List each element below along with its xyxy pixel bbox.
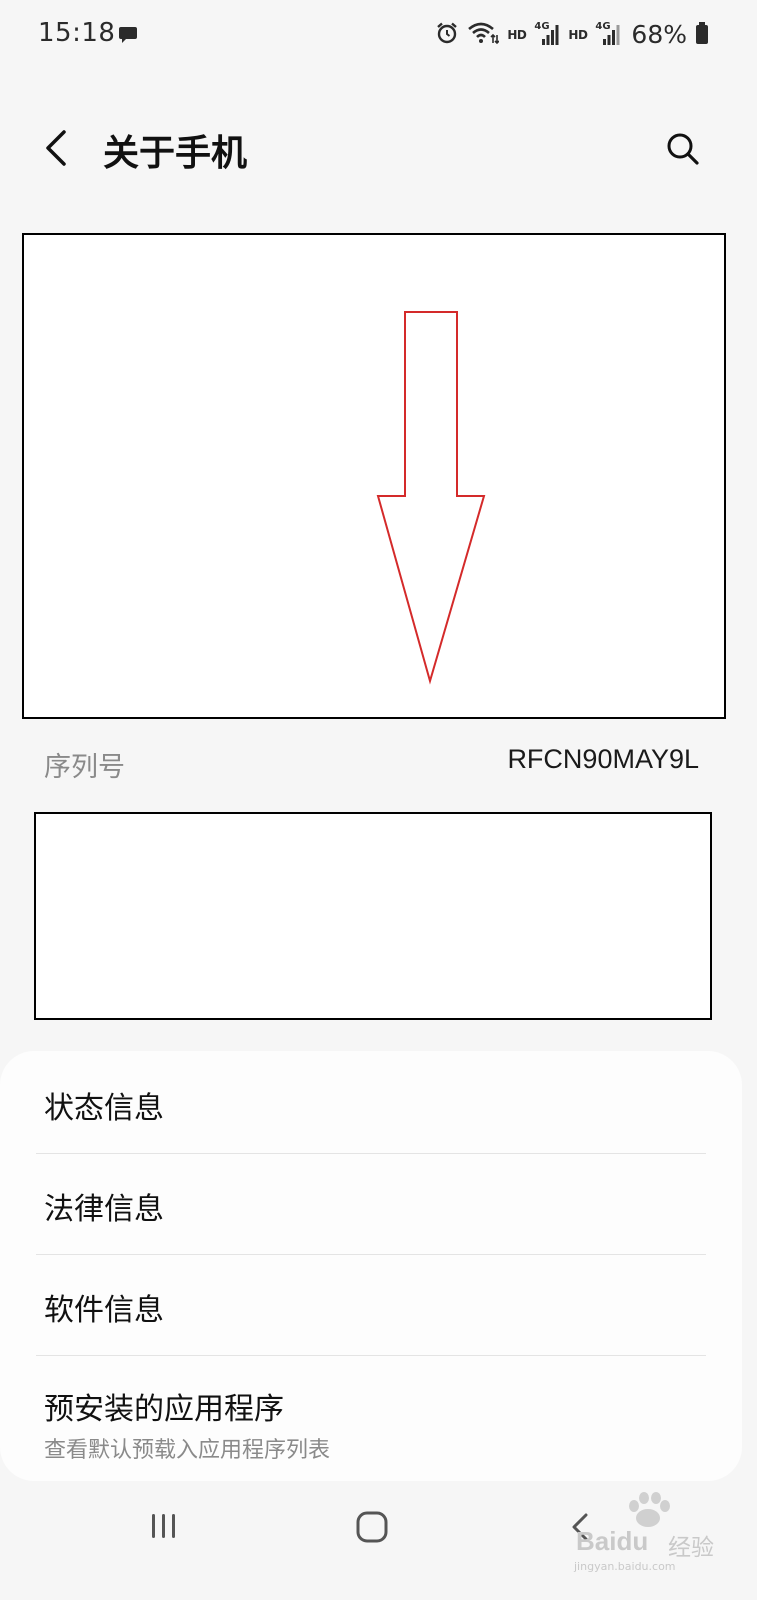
menu-item-label: 法律信息 xyxy=(44,1192,164,1227)
alarm-icon xyxy=(435,21,459,49)
menu-item-status-info[interactable]: 状态信息 xyxy=(0,1051,742,1153)
hd-voice-indicator-1: HD xyxy=(507,27,527,42)
message-notification-icon xyxy=(118,25,138,49)
menu-item-legal-info[interactable]: 法律信息 xyxy=(0,1154,742,1254)
status-bar: 15:18 HD 4G HD 4G 68% xyxy=(0,0,757,72)
status-time: 15:18 xyxy=(38,18,116,48)
redacted-device-info-box xyxy=(22,233,726,719)
back-button[interactable] xyxy=(36,120,84,176)
menu-item-label: 预安装的应用程序 xyxy=(44,1392,284,1427)
home-button[interactable] xyxy=(355,1510,389,1548)
redacted-info-box xyxy=(34,812,712,1020)
status-icons: HD 4G HD 4G 68% xyxy=(435,20,709,49)
search-icon xyxy=(667,133,699,165)
page-title: 关于手机 xyxy=(103,133,248,174)
paw-logo-icon xyxy=(629,1492,670,1527)
chevron-left-icon xyxy=(46,130,66,166)
info-menu-card: 状态信息 法律信息 软件信息 预安装的应用程序 查看默认预载入应用程序列表 xyxy=(0,1051,742,1481)
app-bar: 关于手机 xyxy=(0,110,757,186)
recent-apps-icon xyxy=(152,1514,175,1538)
wifi-icon xyxy=(467,21,500,49)
serial-number-value: RFCN90MAY9L xyxy=(507,744,699,774)
watermark-brand: Baidu xyxy=(576,1526,649,1556)
menu-item-preinstalled-apps[interactable]: 预安装的应用程序 查看默认预载入应用程序列表 xyxy=(0,1356,742,1481)
cellular-signal-icon-1: 4G xyxy=(534,21,560,47)
serial-number-row: 序列号 RFCN90MAY9L xyxy=(0,735,757,789)
menu-item-label: 状态信息 xyxy=(44,1091,164,1126)
menu-item-software-info[interactable]: 软件信息 xyxy=(0,1255,742,1355)
menu-item-label: 软件信息 xyxy=(44,1293,164,1328)
battery-percent: 68% xyxy=(631,20,687,49)
red-down-arrow-annotation xyxy=(376,311,486,685)
home-icon xyxy=(356,1511,388,1543)
search-button[interactable] xyxy=(660,126,706,172)
menu-item-sublabel: 查看默认预载入应用程序列表 xyxy=(44,1438,331,1463)
cellular-signal-icon-2: 4G xyxy=(595,21,621,47)
serial-number-label: 序列号 xyxy=(44,752,125,783)
recent-apps-button[interactable] xyxy=(148,1510,180,1546)
watermark-label: 经验 xyxy=(668,1535,714,1561)
hd-voice-indicator-2: HD xyxy=(568,27,588,42)
battery-icon xyxy=(695,21,709,49)
watermark-url: jingyan.baidu.com xyxy=(574,1560,676,1573)
baidu-jingyan-watermark: Baidu 经验 jingyan.baidu.com xyxy=(568,1488,748,1584)
